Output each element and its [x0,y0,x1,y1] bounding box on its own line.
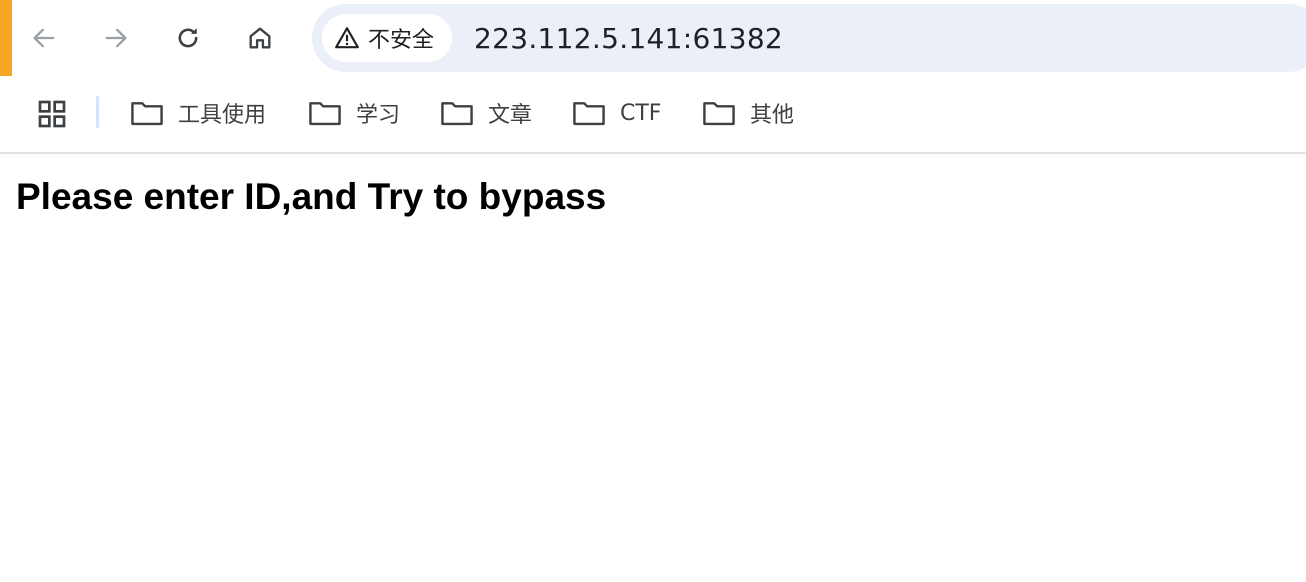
bookmark-label: 其他 [750,103,795,128]
home-icon [249,27,271,49]
bookmark-folder-articles[interactable]: 文章 [440,96,532,130]
bookmarks-divider [96,96,99,128]
bookmark-label: CTF [620,100,662,126]
forward-button[interactable] [96,18,136,58]
bookmark-folder-study[interactable]: 学习 [308,96,400,130]
page-heading: Please enter ID,and Try to bypass [16,176,607,217]
window-accent-strip [0,0,12,76]
apps-grid-icon [38,100,66,128]
folder-icon [441,102,473,126]
bookmark-folder-ctf[interactable]: CTF [572,96,661,130]
back-button[interactable] [24,18,64,58]
folder-icon [309,102,341,126]
bookmark-folder-other[interactable]: 其他 [702,96,794,130]
url-text[interactable]: 223.112.5.141:61382 [474,22,783,55]
warning-triangle-icon [335,27,359,49]
address-bar[interactable]: 不安全 223.112.5.141:61382 [312,4,1306,72]
bookmark-folder-tools[interactable]: 工具使用 [130,96,266,130]
reload-icon [178,28,198,48]
page-content: Please enter ID,and Try to bypass [0,154,1306,582]
bookmarks-bar: 工具使用 学习 文章 CTF 其他 [0,76,1306,154]
folder-icon [131,102,163,126]
apps-button[interactable] [32,94,72,134]
bookmark-label: 工具使用 [178,103,267,128]
browser-window: 不安全 223.112.5.141:61382 工具使用 学习 文章 CTF 其… [0,0,1306,582]
browser-toolbar: 不安全 223.112.5.141:61382 [0,0,1306,76]
security-label: 不安全 [368,28,435,53]
bookmark-label: 学习 [356,103,401,128]
arrow-left-icon [33,28,55,48]
reload-button[interactable] [168,18,208,58]
bookmark-label: 文章 [488,103,533,128]
folder-icon [703,102,735,126]
folder-icon [573,102,605,126]
site-security-chip[interactable]: 不安全 [322,14,453,62]
arrow-right-icon [105,28,127,48]
home-button[interactable] [240,18,280,58]
